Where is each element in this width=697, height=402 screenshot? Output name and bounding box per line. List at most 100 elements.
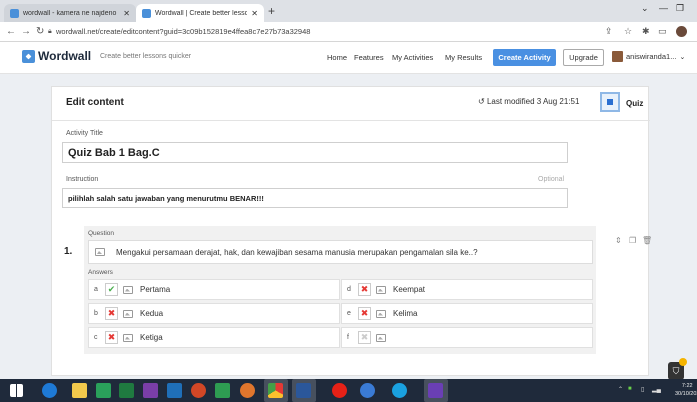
- battery-icon[interactable]: ▯: [641, 386, 644, 393]
- add-image-icon[interactable]: [376, 285, 386, 294]
- tray-chevron-icon[interactable]: ⌃: [618, 386, 623, 393]
- shield-icon: ⛉: [672, 365, 680, 376]
- sidebar-icon[interactable]: ▭: [658, 26, 667, 37]
- answer-text: Ketiga: [140, 333, 163, 342]
- windows-start-icon[interactable]: [10, 384, 23, 397]
- create-activity-button[interactable]: Create Activity: [493, 49, 556, 66]
- extensions-icon[interactable]: ✱: [642, 26, 650, 37]
- add-image-icon[interactable]: [376, 309, 386, 318]
- excel-icon[interactable]: [119, 383, 134, 398]
- delete-icon[interactable]: 🗑︎: [642, 236, 652, 245]
- tab-title: wordwall - kamera ne najdeno: [23, 9, 117, 17]
- taskbar-clock[interactable]: 7:22 30/10/202: [675, 382, 697, 398]
- file-explorer-icon[interactable]: [72, 383, 87, 398]
- answer-f[interactable]: f ✖: [341, 327, 593, 348]
- store-icon[interactable]: [96, 383, 111, 398]
- question-block: 1. Question Mengakui persamaan derajat, …: [64, 226, 596, 354]
- optional-label: Optional: [538, 176, 565, 183]
- template-label: Quiz: [626, 99, 644, 108]
- upgrade-button[interactable]: Upgrade: [563, 49, 604, 66]
- opera-icon[interactable]: [332, 383, 347, 398]
- incorrect-x-icon[interactable]: ✖: [358, 307, 371, 320]
- question-input[interactable]: Mengakui persamaan derajat, hak, dan kew…: [88, 240, 593, 264]
- wifi-signal-icon[interactable]: ▂▄: [652, 386, 661, 393]
- activity-title-label: Activity Title: [66, 130, 103, 137]
- url-field[interactable]: wordwall.net/create/editcontent?guid=3c0…: [56, 27, 310, 36]
- close-tab-icon[interactable]: ✕: [251, 9, 258, 18]
- chrome-icon[interactable]: [268, 383, 283, 398]
- user-menu[interactable]: aniswiranda1... ⌄: [612, 51, 685, 62]
- wordwall-logo[interactable]: Wordwall: [22, 49, 91, 63]
- maximize-icon[interactable]: ❐: [676, 3, 684, 14]
- answer-a[interactable]: a ✔ Pertama: [88, 279, 340, 300]
- word-icon[interactable]: [296, 383, 311, 398]
- answer-d[interactable]: d ✖ Keempat: [341, 279, 593, 300]
- browser-tab-bar: wordwall - kamera ne najdeno ✕ Wordwall …: [0, 0, 697, 22]
- answer-c[interactable]: c ✖ Ketiga: [88, 327, 340, 348]
- tray-app-icon[interactable]: ■: [628, 386, 632, 392]
- history-icon: ↺: [478, 97, 487, 106]
- onenote-icon[interactable]: [143, 383, 158, 398]
- add-image-icon[interactable]: [95, 248, 105, 256]
- browser-tab-2[interactable]: Wordwall | Create better lessons ✕: [136, 4, 264, 22]
- outlook-icon[interactable]: [167, 383, 182, 398]
- firefox-icon[interactable]: [240, 383, 255, 398]
- brand-name: Wordwall: [38, 49, 92, 63]
- nav-features[interactable]: Features: [354, 53, 384, 62]
- clock-time: 7:22: [681, 383, 693, 389]
- game-app-icon[interactable]: [428, 383, 443, 398]
- correct-check-icon[interactable]: ✔: [105, 283, 118, 296]
- nav-my-activities[interactable]: My Activities: [392, 53, 433, 62]
- edge-legacy-icon[interactable]: [42, 383, 57, 398]
- tab-title: Wordwall | Create better lessons: [155, 9, 248, 17]
- answers-label: Answers: [88, 269, 113, 276]
- answer-text: Keempat: [393, 285, 426, 294]
- activity-title-input[interactable]: Quiz Bab 1 Bag.C: [62, 142, 568, 163]
- taskbar: ⌃ ■ ▯ ▂▄ 7:22 30/10/202: [0, 379, 697, 402]
- lock-icon: 🔒︎: [48, 28, 52, 35]
- instruction-input[interactable]: pilihlah salah satu jawaban yang menurut…: [62, 188, 568, 208]
- minimize-icon[interactable]: —: [659, 3, 668, 13]
- add-image-icon[interactable]: [123, 333, 133, 342]
- last-modified-text: Last modified 3 Aug 21:51: [486, 97, 580, 106]
- nav-home[interactable]: Home: [327, 53, 347, 62]
- template-switch-button[interactable]: [600, 92, 620, 112]
- answer-letter: e: [347, 310, 351, 317]
- publisher-icon[interactable]: [215, 383, 230, 398]
- answer-text: Kelima: [393, 309, 418, 318]
- answer-letter: f: [347, 334, 349, 341]
- duplicate-icon[interactable]: ❐: [629, 236, 636, 245]
- tab-list-icon[interactable]: ⌄: [641, 3, 649, 14]
- last-modified[interactable]: ↺ Last modified 3 Aug 21:51: [478, 97, 579, 106]
- chevron-down-icon: ⌄: [679, 53, 686, 61]
- add-image-icon[interactable]: [123, 309, 133, 318]
- bookmark-star-icon[interactable]: ☆: [624, 26, 632, 37]
- forward-icon[interactable]: →: [21, 26, 31, 37]
- answer-b[interactable]: b ✖ Kedua: [88, 303, 340, 324]
- reorder-icon[interactable]: ⇕: [615, 236, 622, 245]
- add-image-icon[interactable]: [123, 285, 133, 294]
- page-title: Edit content: [66, 97, 124, 108]
- answer-e[interactable]: e ✖ Kelima: [341, 303, 593, 324]
- edge-icon[interactable]: [392, 383, 407, 398]
- incorrect-x-icon[interactable]: ✖: [105, 307, 118, 320]
- nav-my-results[interactable]: My Results: [445, 53, 482, 62]
- new-tab-icon[interactable]: +: [268, 4, 275, 18]
- avatar: [612, 51, 623, 62]
- incorrect-x-icon[interactable]: ✖: [358, 283, 371, 296]
- close-tab-icon[interactable]: ✕: [123, 9, 130, 18]
- answer-letter: d: [347, 286, 351, 293]
- chat-app-icon[interactable]: [360, 383, 375, 398]
- back-icon[interactable]: ←: [6, 26, 16, 37]
- notification-badge[interactable]: ⛉: [668, 358, 687, 380]
- share-icon[interactable]: ⇪: [605, 26, 613, 37]
- add-image-icon[interactable]: [376, 333, 386, 342]
- incorrect-x-icon[interactable]: ✖: [358, 331, 371, 344]
- reload-icon[interactable]: ↻: [36, 26, 44, 37]
- alert-dot: [679, 358, 687, 366]
- profile-avatar-icon[interactable]: [676, 26, 687, 37]
- powerpoint-icon[interactable]: [191, 383, 206, 398]
- quiz-template-icon: [607, 99, 613, 105]
- browser-tab-1[interactable]: wordwall - kamera ne najdeno ✕: [4, 4, 136, 22]
- incorrect-x-icon[interactable]: ✖: [105, 331, 118, 344]
